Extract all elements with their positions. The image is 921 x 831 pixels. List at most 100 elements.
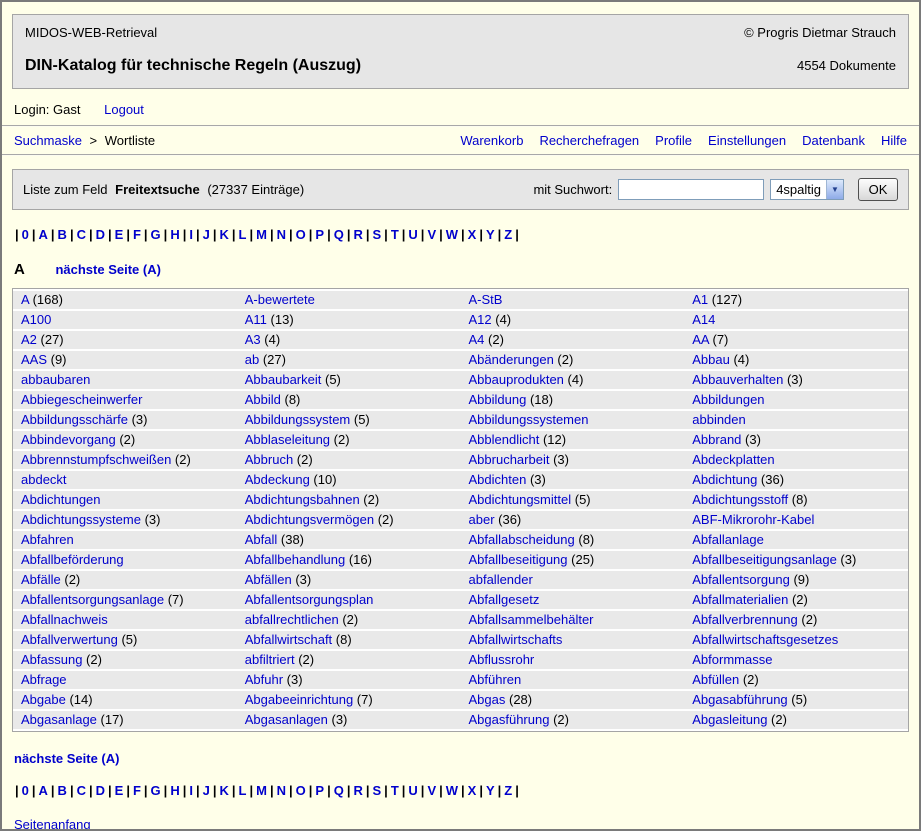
alphabet-link-C[interactable]: C xyxy=(77,783,86,798)
term-link[interactable]: Abdichtungsbahnen xyxy=(245,492,360,507)
term-link[interactable]: Abgasanlage xyxy=(21,712,97,727)
term-link[interactable]: Abfüllen xyxy=(692,672,739,687)
term-link[interactable]: Abfallabscheidung xyxy=(469,532,575,547)
alphabet-link-M[interactable]: M xyxy=(256,227,267,242)
alphabet-link-H[interactable]: H xyxy=(170,783,179,798)
term-link[interactable]: Abfallsammelbehälter xyxy=(469,612,594,627)
term-link[interactable]: Abdeckplatten xyxy=(692,452,774,467)
term-link[interactable]: Abbiegescheinwerfer xyxy=(21,392,142,407)
term-link[interactable]: Abbaubarkeit xyxy=(245,372,322,387)
term-link[interactable]: Abfälle xyxy=(21,572,61,587)
column-count-select[interactable]: 4spaltig ▼ xyxy=(770,179,844,200)
alphabet-link-B[interactable]: B xyxy=(58,227,67,242)
alphabet-link-O[interactable]: O xyxy=(296,227,306,242)
term-link[interactable]: Abdeckung xyxy=(245,472,310,487)
term-link[interactable]: A-StB xyxy=(469,292,503,307)
alphabet-link-Y[interactable]: Y xyxy=(486,783,495,798)
alphabet-link-G[interactable]: G xyxy=(151,227,161,242)
term-link[interactable]: Abfallentsorgungsplan xyxy=(245,592,374,607)
term-link[interactable]: Abfrage xyxy=(21,672,67,687)
term-link[interactable]: Abfall xyxy=(245,532,278,547)
search-input[interactable] xyxy=(618,179,764,200)
term-link[interactable]: Abgabeeinrichtung xyxy=(245,692,353,707)
alphabet-link-Y[interactable]: Y xyxy=(486,227,495,242)
nav-link-warenkorb[interactable]: Warenkorb xyxy=(460,133,523,148)
alphabet-link-V[interactable]: V xyxy=(427,227,436,242)
alphabet-link-0[interactable]: 0 xyxy=(22,227,29,242)
term-link[interactable]: abfallrechtlichen xyxy=(245,612,339,627)
term-link[interactable]: Abblaseleitung xyxy=(245,432,330,447)
alphabet-link-Z[interactable]: Z xyxy=(504,783,512,798)
alphabet-link-K[interactable]: K xyxy=(219,783,228,798)
term-link[interactable]: Abänderungen xyxy=(469,352,554,367)
term-link[interactable]: Abfallbehandlung xyxy=(245,552,345,567)
next-page-link-bottom[interactable]: nächste Seite (A) xyxy=(14,751,907,766)
term-link[interactable]: Abfallmaterialien xyxy=(692,592,788,607)
alphabet-link-R[interactable]: R xyxy=(353,783,362,798)
term-link[interactable]: Abfallwirtschafts xyxy=(469,632,563,647)
alphabet-link-L[interactable]: L xyxy=(239,783,247,798)
term-link[interactable]: Abfuhr xyxy=(245,672,283,687)
term-link[interactable]: Abformmasse xyxy=(692,652,772,667)
term-link[interactable]: Abdichten xyxy=(469,472,527,487)
term-link[interactable]: Abbindevorgang xyxy=(21,432,116,447)
term-link[interactable]: ABF-Mikrorohr-Kabel xyxy=(692,512,814,527)
alphabet-link-I[interactable]: I xyxy=(189,227,193,242)
term-link[interactable]: A100 xyxy=(21,312,51,327)
alphabet-link-T[interactable]: T xyxy=(391,227,399,242)
term-link[interactable]: Abfahren xyxy=(21,532,74,547)
term-link[interactable]: Abdichtungsstoff xyxy=(692,492,788,507)
alphabet-link-K[interactable]: K xyxy=(219,227,228,242)
alphabet-link-O[interactable]: O xyxy=(296,783,306,798)
term-link[interactable]: abbinden xyxy=(692,412,746,427)
term-link[interactable]: Abbrucharbeit xyxy=(469,452,550,467)
term-link[interactable]: Abfällen xyxy=(245,572,292,587)
logout-link[interactable]: Logout xyxy=(104,102,144,117)
term-link[interactable]: Abgabe xyxy=(21,692,66,707)
term-link[interactable]: abfallender xyxy=(469,572,533,587)
term-link[interactable]: Abblendlicht xyxy=(469,432,540,447)
term-link[interactable]: Abfallanlage xyxy=(692,532,764,547)
term-link[interactable]: Abfallbeförderung xyxy=(21,552,124,567)
term-link[interactable]: Abgas xyxy=(469,692,506,707)
alphabet-link-F[interactable]: F xyxy=(133,227,141,242)
term-link[interactable]: Abfallwirtschaftsgesetzes xyxy=(692,632,838,647)
term-link[interactable]: Abführen xyxy=(469,672,522,687)
alphabet-link-S[interactable]: S xyxy=(373,783,382,798)
alphabet-link-Q[interactable]: Q xyxy=(334,227,344,242)
term-link[interactable]: Abdichtungssysteme xyxy=(21,512,141,527)
term-link[interactable]: ab xyxy=(245,352,259,367)
term-link[interactable]: Abdichtungsmittel xyxy=(469,492,572,507)
term-link[interactable]: Abfallgesetz xyxy=(469,592,540,607)
alphabet-link-M[interactable]: M xyxy=(256,783,267,798)
alphabet-link-U[interactable]: U xyxy=(408,227,417,242)
term-link[interactable]: Abfallnachweis xyxy=(21,612,108,627)
term-link[interactable]: AA xyxy=(692,332,709,347)
alphabet-link-C[interactable]: C xyxy=(77,227,86,242)
alphabet-link-0[interactable]: 0 xyxy=(22,783,29,798)
nav-link-recherchefragen[interactable]: Recherchefragen xyxy=(539,133,639,148)
term-link[interactable]: Abfallbeseitigungsanlage xyxy=(692,552,837,567)
term-link[interactable]: AAS xyxy=(21,352,47,367)
alphabet-link-E[interactable]: E xyxy=(115,227,124,242)
alphabet-link-Q[interactable]: Q xyxy=(334,783,344,798)
term-link[interactable]: Abbau xyxy=(692,352,730,367)
nav-link-einstellungen[interactable]: Einstellungen xyxy=(708,133,786,148)
alphabet-link-A[interactable]: A xyxy=(39,227,48,242)
term-link[interactable]: Abgasleitung xyxy=(692,712,767,727)
term-link[interactable]: Abflussrohr xyxy=(469,652,535,667)
alphabet-link-R[interactable]: R xyxy=(353,227,362,242)
alphabet-link-J[interactable]: J xyxy=(203,227,210,242)
term-link[interactable]: Abgasführung xyxy=(469,712,550,727)
alphabet-link-X[interactable]: X xyxy=(468,227,477,242)
alphabet-link-Z[interactable]: Z xyxy=(504,227,512,242)
term-link[interactable]: Abfallwirtschaft xyxy=(245,632,332,647)
alphabet-link-J[interactable]: J xyxy=(203,783,210,798)
alphabet-link-E[interactable]: E xyxy=(115,783,124,798)
term-link[interactable]: A12 xyxy=(469,312,492,327)
alphabet-link-P[interactable]: P xyxy=(315,227,324,242)
term-link[interactable]: Abbrennstumpfschweißen xyxy=(21,452,171,467)
term-link[interactable]: abfiltriert xyxy=(245,652,295,667)
page-top-link[interactable]: Seitenanfang xyxy=(14,817,907,831)
term-link[interactable]: Abdichtungsvermögen xyxy=(245,512,374,527)
